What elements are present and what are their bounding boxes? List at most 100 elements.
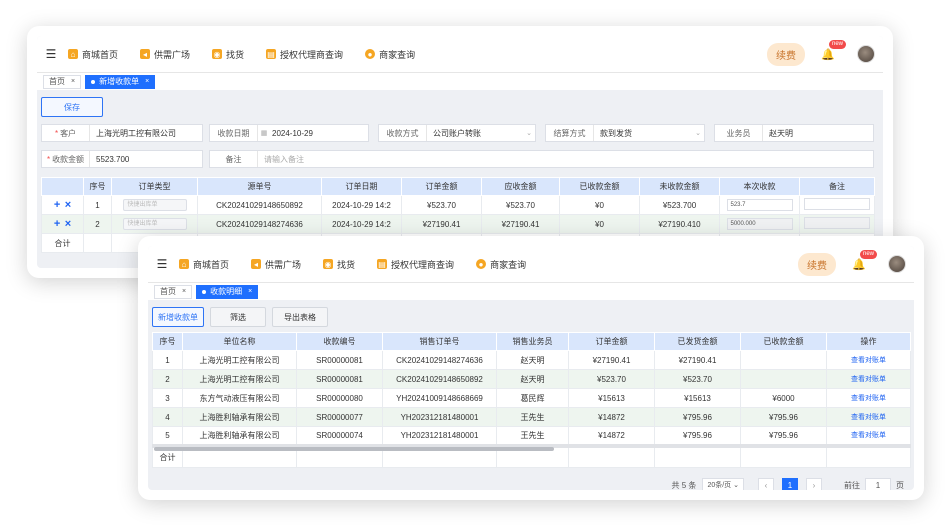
- cell-shipped: ¥27190.41: [654, 350, 741, 370]
- goto-label: 前往: [844, 480, 860, 490]
- top-nav-bar: ☰ ⌂ 商城首页 ◂ 供需广场 ◉ 找货 ▤ 授权代理商查询 ● 商家查询 续费 🔔 new: [37, 36, 883, 72]
- renew-button[interactable]: 续费: [798, 252, 836, 276]
- new-badge: new: [829, 40, 847, 49]
- view-statement-link[interactable]: 查看对账单: [851, 414, 886, 421]
- menu-toggle-icon[interactable]: ☰: [155, 257, 169, 271]
- top-nav-bar: ☰ ⌂ 商城首页 ◂ 供需广场 ◉ 找货 ▤ 授权代理商查询 ● 商家查询 续费 🔔 new: [148, 246, 914, 282]
- table-row: + × 1 快捷出库单 CK20241029148650892 2024-10-…: [41, 195, 875, 215]
- filter-button[interactable]: 筛选: [210, 307, 266, 327]
- cell-type[interactable]: 快捷出库单: [111, 195, 198, 215]
- table-row: 2 上海光明工控有限公司 SR00000081 CK20241029148650…: [152, 369, 911, 389]
- prev-page-button[interactable]: ‹: [758, 478, 774, 490]
- document-icon: ▤: [266, 49, 277, 59]
- cell-sales: 王先生: [496, 407, 569, 427]
- delete-row-icon[interactable]: ×: [65, 199, 71, 211]
- nav-item-supply-demand[interactable]: ◂ 供需广场: [251, 258, 301, 271]
- cell-this-time[interactable]: 523.7: [719, 195, 800, 215]
- nav-item-mall-home[interactable]: ⌂ 商城首页: [68, 48, 118, 61]
- add-row-icon[interactable]: +: [54, 218, 60, 230]
- page-size-select[interactable]: 20条/页 ⌄: [702, 478, 744, 490]
- pagination: 共 5 条 20条/页 ⌄ ‹ 1 › 前往 1 页: [672, 478, 904, 490]
- cell-shipped: ¥795.96: [654, 407, 741, 427]
- cell-type[interactable]: 快捷出库单: [111, 214, 198, 234]
- notification-bell-icon[interactable]: 🔔 new: [852, 250, 878, 271]
- order-type-select[interactable]: 快捷出库单: [122, 199, 187, 211]
- nav-item-find-goods[interactable]: ◉ 找货: [212, 48, 244, 61]
- remark-field[interactable]: 备注 请输入备注: [209, 150, 874, 168]
- header-cell: 已收款金额: [559, 177, 640, 196]
- goto-page-input[interactable]: 1: [865, 478, 891, 490]
- nav-item-supply-demand[interactable]: ◂ 供需广场: [140, 48, 190, 61]
- order-type-select[interactable]: 快捷出库单: [122, 218, 187, 230]
- close-icon[interactable]: ×: [71, 78, 75, 85]
- tab-new-receipt[interactable]: 新增收款单 ×: [85, 74, 156, 89]
- cell-sales: 王先生: [496, 426, 569, 446]
- view-statement-link[interactable]: 查看对账单: [851, 395, 886, 402]
- cell-company: 上海光明工控有限公司: [182, 369, 297, 389]
- method-field[interactable]: 收款方式 公司账户转账 ⌄: [378, 124, 536, 142]
- nav-item-agent-query[interactable]: ▤ 授权代理商查询: [377, 258, 454, 271]
- delete-row-icon[interactable]: ×: [65, 218, 71, 230]
- cell-remark[interactable]: [799, 214, 875, 234]
- remark-input[interactable]: [804, 217, 870, 229]
- close-icon[interactable]: ×: [248, 288, 252, 295]
- menu-toggle-icon[interactable]: ☰: [44, 47, 58, 61]
- tab-home[interactable]: 首页 ×: [154, 284, 193, 299]
- notification-bell-icon[interactable]: 🔔 new: [821, 40, 847, 61]
- remark-input[interactable]: [804, 198, 870, 210]
- header-cell: 操作: [826, 332, 911, 351]
- header-cell: 源单号: [197, 177, 322, 196]
- date-field[interactable]: 收款日期 ▦ 2024-10-29: [209, 124, 369, 142]
- header-cell: 订单类型: [111, 177, 198, 196]
- tab-label: 收款明细: [210, 287, 243, 296]
- cell-no: 5: [152, 426, 183, 446]
- chevron-down-icon: ⌄: [526, 130, 532, 137]
- nav-item-merchant-query[interactable]: ● 商家查询: [476, 258, 526, 271]
- nav-item-mall-home[interactable]: ⌂ 商城首页: [179, 258, 229, 271]
- header-cell: [41, 177, 84, 196]
- remark-label: 备注: [210, 151, 258, 167]
- nav-item-agent-query[interactable]: ▤ 授权代理商查询: [266, 48, 343, 61]
- view-statement-link[interactable]: 查看对账单: [851, 376, 886, 383]
- cell-sales: 赵天明: [496, 369, 569, 389]
- tab-receipt-detail[interactable]: 收款明细 ×: [196, 284, 259, 299]
- amount-field[interactable]: * 收款金额 5523.700: [41, 150, 203, 168]
- settle-field[interactable]: 结算方式 款到发货 ⌄: [545, 124, 705, 142]
- cell-this-time[interactable]: 5000.000: [719, 214, 800, 234]
- add-receipt-button[interactable]: 新增收款单: [152, 307, 204, 327]
- tab-home[interactable]: 首页 ×: [43, 74, 82, 89]
- cell-received: [740, 369, 827, 389]
- page-1-button[interactable]: 1: [782, 478, 798, 490]
- tab-label: 首页: [49, 77, 65, 86]
- close-icon[interactable]: ×: [182, 288, 186, 295]
- horizontal-scrollbar[interactable]: [154, 447, 554, 451]
- header-cell: 序号: [152, 332, 183, 351]
- next-page-button[interactable]: ›: [806, 478, 822, 490]
- cell-code: SR00000081: [296, 350, 383, 370]
- calendar-icon: ▦: [260, 130, 268, 137]
- sales-field[interactable]: 业务员 赵天明: [714, 124, 874, 142]
- tab-label: 新增收款单: [99, 77, 140, 86]
- cell-order: YH20241009148668669: [382, 388, 497, 408]
- nav-item-find-goods[interactable]: ◉ 找货: [323, 258, 355, 271]
- view-statement-link[interactable]: 查看对账单: [851, 357, 886, 364]
- this-time-input[interactable]: 5000.000: [726, 218, 793, 230]
- avatar[interactable]: [888, 255, 906, 273]
- export-button[interactable]: 导出表格: [272, 307, 328, 327]
- avatar[interactable]: [857, 45, 875, 63]
- tab-label: 首页: [160, 287, 176, 296]
- cell-remark[interactable]: [799, 195, 875, 215]
- table-row: 1 上海光明工控有限公司 SR00000081 CK20241029148274…: [152, 350, 911, 370]
- nav-label: 找货: [226, 49, 245, 60]
- this-time-input[interactable]: 523.7: [726, 199, 793, 211]
- customer-field[interactable]: * 客户 上海光明工控有限公司: [41, 124, 203, 142]
- merchant-icon: ●: [476, 259, 487, 269]
- nav-item-merchant-query[interactable]: ● 商家查询: [365, 48, 415, 61]
- sales-value: 赵天明: [769, 128, 793, 138]
- cell-source: CK20241029148274636: [197, 214, 322, 234]
- close-icon[interactable]: ×: [145, 78, 149, 85]
- view-statement-link[interactable]: 查看对账单: [851, 432, 886, 439]
- renew-button[interactable]: 续费: [767, 42, 805, 66]
- add-row-icon[interactable]: +: [54, 199, 60, 211]
- save-button[interactable]: 保存: [41, 97, 103, 117]
